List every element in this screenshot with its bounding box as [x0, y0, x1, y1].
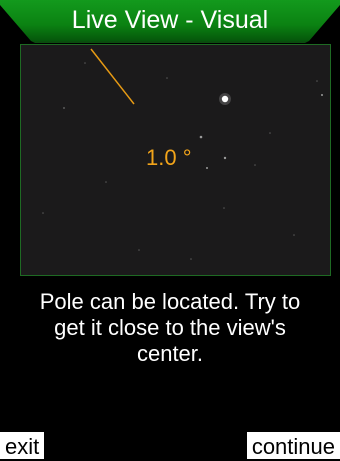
- status-message-line: center.: [136, 341, 204, 366]
- pole-direction-line: [90, 48, 135, 105]
- exit-button[interactable]: exit: [0, 432, 45, 459]
- status-message-line: get it close to the view's: [54, 315, 286, 340]
- angle-offset-label: 1.0 °: [146, 145, 192, 170]
- status-message: Pole can be located. Try to get it close…: [0, 289, 340, 367]
- continue-button[interactable]: continue: [246, 432, 340, 459]
- status-message-line: Pole can be located. Try to: [39, 289, 301, 314]
- live-view-frame: 1.0 °: [20, 44, 331, 276]
- pole-star: [221, 95, 229, 103]
- page-title: Live View - Visual: [71, 6, 269, 34]
- title-bar: Live View - Visual: [0, 0, 340, 43]
